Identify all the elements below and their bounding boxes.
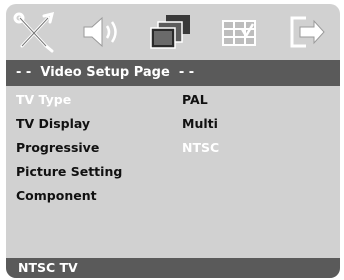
menu-item-label: Picture Setting xyxy=(16,164,123,179)
menu-item-picture-setting[interactable]: Picture Setting xyxy=(6,162,340,182)
preference-setup-icon[interactable] xyxy=(214,10,264,54)
page-title: - - Video Setup Page - - xyxy=(16,65,195,80)
settings-menu: TV Type PAL TV Display Multi Progressive… xyxy=(6,90,340,250)
menu-item-tv-display[interactable]: TV Display Multi xyxy=(6,114,340,134)
menu-item-value: NTSC xyxy=(182,140,220,155)
status-bar: NTSC TV xyxy=(6,258,340,278)
page-title-bar: - - Video Setup Page - - xyxy=(6,60,340,86)
menu-item-label: TV Type xyxy=(16,92,72,107)
video-setup-icon[interactable] xyxy=(146,10,196,54)
menu-item-label: TV Display xyxy=(16,116,91,131)
menu-item-value: PAL xyxy=(182,92,208,107)
general-setup-icon[interactable] xyxy=(10,10,60,54)
menu-item-component[interactable]: Component xyxy=(6,186,340,206)
status-text: NTSC TV xyxy=(18,260,78,275)
menu-item-tv-type[interactable]: TV Type PAL xyxy=(6,90,340,110)
menu-item-label: Progressive xyxy=(16,140,100,155)
audio-setup-icon[interactable] xyxy=(76,10,126,54)
setup-toolbar xyxy=(6,4,340,60)
menu-item-progressive[interactable]: Progressive NTSC xyxy=(6,138,340,158)
menu-item-value: Multi xyxy=(182,116,218,131)
exit-setup-icon[interactable] xyxy=(282,10,332,54)
setup-menu-panel: - - Video Setup Page - - TV Type PAL TV … xyxy=(6,4,340,278)
menu-item-label: Component xyxy=(16,188,97,203)
